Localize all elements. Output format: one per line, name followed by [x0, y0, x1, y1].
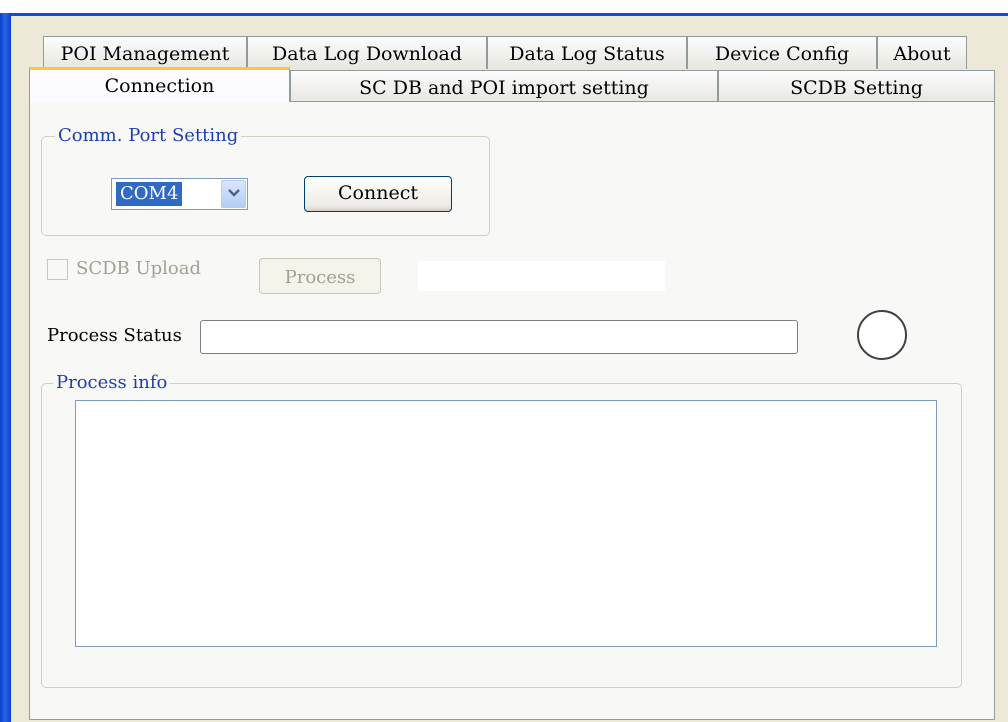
- tab-scdb-setting[interactable]: SCDB Setting: [718, 70, 995, 103]
- tab-connection[interactable]: Connection: [29, 67, 290, 102]
- tab-about[interactable]: About: [877, 36, 967, 69]
- scdb-upload-checkbox[interactable]: [47, 259, 68, 280]
- com-port-select[interactable]: COM4: [111, 178, 248, 210]
- comm-port-group-title: Comm. Port Setting: [55, 125, 242, 147]
- com-port-selected-value: COM4: [116, 182, 183, 206]
- tab-sc-db-poi-import-setting[interactable]: SC DB and POI import setting: [290, 70, 718, 103]
- blank-label-area: [418, 261, 665, 291]
- chevron-down-icon[interactable]: [221, 180, 246, 208]
- process-button[interactable]: Process: [259, 258, 381, 294]
- tab-poi-management[interactable]: POI Management: [43, 36, 247, 69]
- window-left-border: [0, 13, 11, 722]
- process-info-group-title: Process info: [53, 372, 171, 394]
- scdb-upload-label: SCDB Upload: [76, 258, 202, 279]
- process-status-field: [200, 320, 798, 354]
- tab-data-log-download[interactable]: Data Log Download: [247, 36, 487, 69]
- tab-data-log-status[interactable]: Data Log Status: [487, 36, 687, 69]
- process-status-label: Process Status: [47, 325, 182, 346]
- status-indicator-circle-icon: [857, 310, 907, 360]
- connect-button[interactable]: Connect: [304, 176, 452, 212]
- process-info-textarea[interactable]: [75, 400, 937, 647]
- tab-device-config[interactable]: Device Config: [687, 36, 877, 69]
